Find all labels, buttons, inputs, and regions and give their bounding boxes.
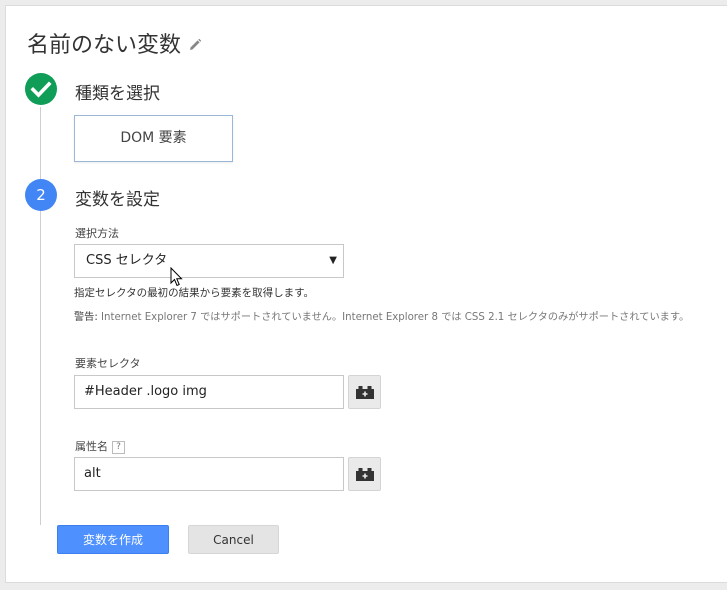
attribute-label: 属性名? (75, 438, 125, 454)
pencil-icon[interactable] (187, 37, 203, 53)
warning-text: Internet Explorer 7 ではサポートされていません。Intern… (97, 312, 690, 323)
create-variable-button[interactable]: 変数を作成 (57, 525, 169, 554)
step-connector-line (40, 107, 41, 525)
brick-icon (356, 468, 374, 481)
attribute-name-input[interactable]: alt (74, 457, 344, 491)
method-label: 選択方法 (75, 227, 119, 240)
warning-label: 警告: (74, 312, 98, 323)
variable-name[interactable]: 名前のない変数 (27, 27, 181, 59)
step-1-title: 種類を選択 (75, 84, 160, 104)
element-selector-input[interactable]: #Header .logo img (74, 375, 344, 409)
step-1-indicator (25, 73, 57, 105)
brick-icon (356, 386, 374, 399)
step-2-indicator: 2 (25, 179, 57, 211)
help-icon[interactable]: ? (112, 441, 125, 454)
step-2-title: 変数を設定 (75, 190, 160, 210)
browser-warning: 警告: Internet Explorer 7 ではサポートされていません。In… (74, 308, 718, 323)
attribute-label-text: 属性名 (75, 440, 108, 453)
method-select-value: CSS セレクタ (86, 253, 168, 268)
cancel-button[interactable]: Cancel (188, 525, 279, 554)
selector-label: 要素セレクタ (75, 357, 141, 370)
selector-variable-button[interactable] (348, 375, 381, 409)
check-icon (30, 81, 52, 98)
variable-type-selector[interactable]: DOM 要素 (74, 115, 233, 162)
method-help-text: 指定セレクタの最初の結果から要素を取得します。 (74, 287, 315, 299)
method-select[interactable]: CSS セレクタ ▼ (74, 244, 344, 278)
attribute-variable-button[interactable] (348, 457, 381, 491)
mouse-cursor-icon (170, 267, 183, 287)
caret-down-icon: ▼ (329, 255, 337, 266)
page-title: 名前のない変数 (27, 27, 203, 59)
